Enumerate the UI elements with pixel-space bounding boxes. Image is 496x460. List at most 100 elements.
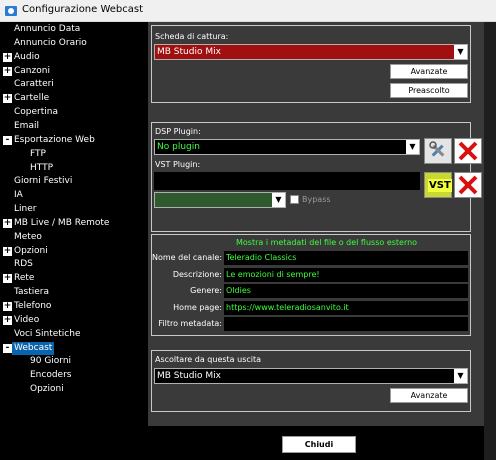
tree-item[interactable]: + Canzoni <box>3 65 147 78</box>
tree-item-label: Voci Sintetiche <box>14 328 81 339</box>
tree-item[interactable]: HTTP <box>3 162 147 175</box>
tree-item[interactable]: Voci Sintetiche <box>3 328 147 341</box>
output-select[interactable]: MB Studio Mix ▼ <box>154 368 468 384</box>
collapse-icon[interactable]: - <box>3 343 12 353</box>
tree-item-label: 90 Giorni <box>30 356 72 367</box>
close-icon <box>458 141 478 161</box>
capture-label: Scheda di cattura: <box>155 32 229 41</box>
metadata-field-label: Nome del canale: <box>152 253 223 262</box>
tree-item[interactable]: + MB Live / MB Remote <box>3 217 147 230</box>
tree-item-label: Email <box>14 120 39 131</box>
tree-item[interactable]: + Telefono <box>3 300 147 313</box>
app-icon <box>5 6 17 16</box>
metadata-field-label: Genere: <box>190 286 222 295</box>
expand-icon[interactable]: + <box>3 274 12 284</box>
tree-item-label: Cartelle <box>14 93 50 104</box>
tree-item[interactable]: Annuncio Orario <box>3 37 147 50</box>
tree-item[interactable]: + Opzioni <box>3 245 147 258</box>
expand-icon[interactable]: + <box>3 246 12 256</box>
tree-item-label: IA <box>14 190 23 201</box>
metadata-field-input[interactable]: https://www.teleradiosanvito.it <box>224 300 468 315</box>
dsp-remove-button[interactable] <box>454 138 482 164</box>
tree-item-label: FTP <box>30 148 46 159</box>
output-value: MB Studio Mix <box>157 371 221 381</box>
chevron-down-icon[interactable]: ▼ <box>454 369 467 383</box>
tree-item-label: Tastiera <box>14 287 49 298</box>
metadata-field-input[interactable]: Le emozioni di sempre! <box>224 267 468 282</box>
vst-plugin-select[interactable]: ▼ <box>154 192 286 208</box>
tools-icon <box>429 141 445 157</box>
expand-icon[interactable]: + <box>3 302 12 311</box>
expand-icon[interactable]: + <box>3 218 12 228</box>
tree-item-label: Video <box>14 314 40 325</box>
expand-icon[interactable]: + <box>3 66 12 76</box>
metadata-field-input[interactable]: Oldies <box>224 284 468 298</box>
chevron-down-icon[interactable]: ▼ <box>406 140 419 154</box>
capture-device-value: MB Studio Mix <box>157 47 221 57</box>
tree-item[interactable]: - Webcast <box>3 341 147 355</box>
output-label: Ascoltare da questa uscita <box>155 355 262 364</box>
tree-item[interactable]: Encoders <box>3 369 147 382</box>
expand-icon[interactable]: + <box>3 315 12 325</box>
tree-item-label: Meteo <box>14 231 42 242</box>
tree-item[interactable]: Copertina <box>3 106 147 119</box>
capture-advanced-button[interactable]: Avanzate <box>390 64 468 79</box>
tree-item[interactable]: + Audio <box>3 51 147 64</box>
dsp-plugin-select[interactable]: No plugin ▼ <box>154 139 420 155</box>
dsp-settings-button[interactable] <box>424 138 452 164</box>
chevron-down-icon[interactable]: ▼ <box>454 45 467 59</box>
tree-item-label: Giorni Festivi <box>14 176 73 187</box>
bypass-label: Bypass <box>302 195 331 204</box>
vst-remove-button[interactable] <box>454 172 482 198</box>
tree-item[interactable]: IA <box>3 189 147 202</box>
metadata-field-label: Home page: <box>173 302 222 312</box>
tree-item-label: Canzoni <box>14 65 50 76</box>
capture-device-select[interactable]: MB Studio Mix ▼ <box>154 44 468 60</box>
window-title: Configurazione Webcast <box>22 4 144 15</box>
vst-icon: VST <box>428 179 452 192</box>
tree-item[interactable]: RDS <box>3 258 147 271</box>
dsp-plugin-value: No plugin <box>157 142 200 152</box>
expand-icon[interactable]: + <box>3 52 12 62</box>
prelisten-button[interactable]: Preascolto <box>390 83 468 98</box>
output-advanced-button[interactable]: Avanzate <box>390 388 468 403</box>
vst-plugin-list[interactable] <box>154 172 420 190</box>
tree-item-label: RDS <box>14 259 33 270</box>
tree-item[interactable]: + Rete <box>3 272 147 285</box>
chevron-down-icon[interactable]: ▼ <box>272 193 285 207</box>
tree-item[interactable]: Annuncio Data <box>3 23 147 36</box>
metadata-field-input[interactable]: Teleradio Classics <box>224 251 468 265</box>
tree-item[interactable]: Liner <box>3 203 147 216</box>
tree-item[interactable]: FTP <box>3 148 147 161</box>
tree-item-label: Copertina <box>14 107 58 118</box>
tree-item-label: Annuncio Data <box>14 24 81 34</box>
close-icon <box>458 175 478 195</box>
tree-item-label: Opzioni <box>14 245 48 256</box>
bypass-checkbox[interactable] <box>290 195 299 204</box>
tree-item[interactable]: Caratteri <box>3 78 147 91</box>
tree-item-label: Audio <box>14 51 40 62</box>
tree-item[interactable]: 90 Giorni <box>3 355 147 368</box>
vst-edit-button[interactable]: VST <box>424 172 452 198</box>
tree-item[interactable]: - Esportazione Web <box>3 134 147 147</box>
metadata-field-input[interactable] <box>224 317 468 331</box>
tree-item-label: Rete <box>14 273 35 284</box>
expand-icon[interactable]: + <box>3 94 12 104</box>
close-button[interactable]: Chiudi <box>282 436 356 453</box>
tree-item[interactable]: Email <box>3 120 147 133</box>
tree-item-label: Telefono <box>14 301 52 311</box>
tree-item-label: HTTP <box>30 162 54 173</box>
metadata-field-label: Filtro metadata: <box>158 319 222 328</box>
tree-item[interactable]: Giorni Festivi <box>3 175 147 188</box>
tree-item[interactable]: + Video <box>3 314 147 327</box>
tree-item-label: Opzioni <box>30 384 64 395</box>
tree-item[interactable]: Tastiera <box>3 286 147 299</box>
tree-item[interactable]: Opzioni <box>3 383 147 396</box>
tree-item[interactable]: + Cartelle <box>3 92 147 105</box>
tree-item[interactable]: Meteo <box>3 231 147 244</box>
tree-item-label: Caratteri <box>14 79 54 90</box>
settings-tree[interactable]: Annuncio Data Annuncio Orario + Audio + Canzo… <box>0 22 148 460</box>
tree-item-label: Webcast <box>12 341 55 355</box>
title-bar: Configurazione Webcast <box>0 0 496 22</box>
collapse-icon[interactable]: - <box>3 135 12 145</box>
